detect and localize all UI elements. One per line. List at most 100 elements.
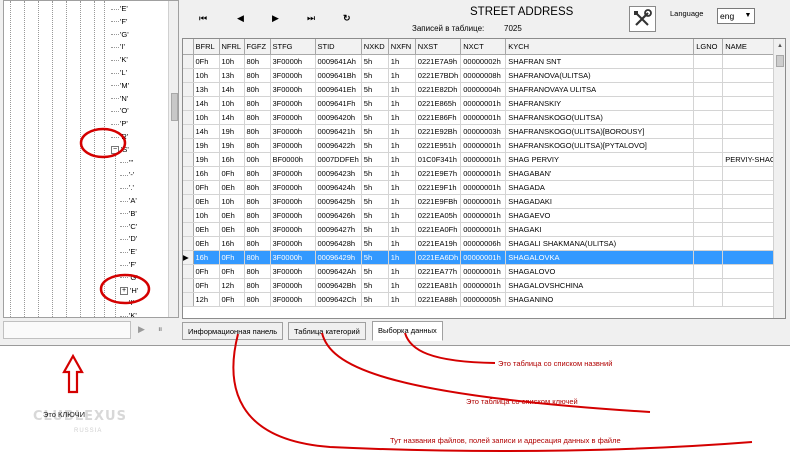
tree-item[interactable]: 'D' — [120, 233, 137, 244]
tree-item[interactable]: 'F' — [120, 259, 136, 270]
row-indicator[interactable] — [183, 96, 194, 111]
table-cell[interactable] — [722, 222, 779, 237]
table-cell[interactable]: 0Fh — [193, 54, 220, 69]
table-cell[interactable]: 0Fh — [193, 278, 220, 293]
table-cell[interactable]: 00096427h — [315, 222, 362, 237]
table-cell[interactable]: 00000002h — [460, 54, 507, 69]
table-row[interactable]: 12h 0Fh 80h 3F0000h 0009642Ch 5h 1h 0221EA88h 00… — [183, 292, 779, 307]
table-cell[interactable]: 12h — [219, 278, 245, 293]
table-cell[interactable]: 00096425h — [315, 194, 362, 209]
play-icon[interactable]: ▶ — [138, 324, 145, 335]
table-cell[interactable]: 1h — [388, 194, 416, 209]
table-cell[interactable] — [693, 96, 724, 111]
table-cell[interactable]: 0221E7A9h — [415, 54, 462, 69]
table-cell[interactable] — [722, 124, 779, 139]
table-cell[interactable]: 0221E9FBh — [415, 194, 462, 209]
tab-categories-table[interactable]: Таблица категорий — [288, 322, 366, 340]
tree-item[interactable]: 'I' — [120, 297, 134, 308]
table-cell[interactable] — [722, 250, 779, 265]
table-cell[interactable]: 00096428h — [315, 236, 362, 251]
table-cell[interactable]: SHAGABAN' — [505, 166, 695, 181]
table-cell[interactable]: 00000001h — [460, 152, 507, 167]
settings-tools-button[interactable] — [629, 6, 656, 32]
table-cell[interactable]: 00000001h — [460, 166, 507, 181]
tree-item[interactable]: − 'S' — [111, 144, 129, 155]
table-cell[interactable]: 16h — [193, 166, 220, 181]
table-cell[interactable]: SHAFRANSKOGO(ULITSA) — [505, 110, 695, 125]
table-cell[interactable]: 00096421h — [315, 124, 362, 139]
table-cell[interactable]: 3F0000h — [270, 264, 316, 279]
table-cell[interactable]: 00000005h — [460, 292, 507, 307]
table-cell[interactable] — [693, 222, 724, 237]
tree-item[interactable]: 'B' — [120, 208, 137, 219]
table-cell[interactable]: 16h — [219, 152, 245, 167]
table-cell[interactable] — [693, 208, 724, 223]
table-row[interactable]: 0Eh 16h 80h 3F0000h 00096428h 5h 1h 0221EA19h 00… — [183, 236, 779, 251]
column-header[interactable]: NFRL — [219, 39, 245, 55]
table-cell[interactable] — [693, 82, 724, 97]
table-cell[interactable]: 1h — [388, 208, 416, 223]
row-indicator[interactable] — [183, 278, 194, 293]
table-cell[interactable]: 1h — [388, 166, 416, 181]
table-cell[interactable]: 5h — [361, 250, 389, 265]
table-cell[interactable] — [722, 166, 779, 181]
table-cell[interactable]: SHAGADAKI — [505, 194, 695, 209]
tree-item[interactable]: 'E' — [111, 3, 128, 14]
table-cell[interactable]: 3F0000h — [270, 110, 316, 125]
table-cell[interactable]: 0007DDFEh — [315, 152, 362, 167]
table-cell[interactable]: 3F0000h — [270, 54, 316, 69]
tree-item[interactable]: 'G' — [120, 272, 138, 283]
table-cell[interactable]: 0009642Ch — [315, 292, 362, 307]
table-cell[interactable]: SHAFRAN SNT — [505, 54, 695, 69]
table-cell[interactable]: 80h — [244, 208, 271, 223]
table-cell[interactable]: 3F0000h — [270, 250, 316, 265]
table-cell[interactable]: 3F0000h — [270, 166, 316, 181]
table-cell[interactable]: 80h — [244, 96, 271, 111]
table-cell[interactable]: 3F0000h — [270, 138, 316, 153]
table-cell[interactable]: 80h — [244, 110, 271, 125]
table-cell[interactable]: 5h — [361, 166, 389, 181]
table-row[interactable]: 0Fh 0Eh 80h 3F0000h 00096424h 5h 1h 0221E9F1h 00… — [183, 180, 779, 195]
table-cell[interactable]: 1h — [388, 250, 416, 265]
table-cell[interactable]: 0Eh — [219, 180, 245, 195]
table-cell[interactable]: 19h — [219, 138, 245, 153]
table-cell[interactable]: 1h — [388, 82, 416, 97]
table-cell[interactable]: 0221EA77h — [415, 264, 462, 279]
table-cell[interactable]: 0Fh — [193, 180, 220, 195]
table-cell[interactable]: 5h — [361, 152, 389, 167]
data-grid[interactable]: BFRL NFRL FGFZ STFG STID NXKD NXFN NXST NXCT KYCH… — [182, 38, 786, 319]
column-header[interactable]: LGNO — [693, 39, 724, 55]
table-cell[interactable]: PERVIY-SHAG — [722, 152, 779, 167]
table-cell[interactable] — [722, 96, 779, 111]
column-header[interactable]: NXCT — [460, 39, 507, 55]
table-cell[interactable]: 0Fh — [219, 292, 245, 307]
table-cell[interactable]: 0221EA05h — [415, 208, 462, 223]
table-cell[interactable]: 5h — [361, 208, 389, 223]
table-cell[interactable]: 80h — [244, 194, 271, 209]
scroll-up-icon[interactable]: ▲ — [774, 39, 785, 53]
table-cell[interactable]: 5h — [361, 236, 389, 251]
tree-scrollbar[interactable] — [168, 1, 178, 317]
table-cell[interactable]: 00000001h — [460, 110, 507, 125]
table-cell[interactable]: 00000001h — [460, 278, 507, 293]
table-cell[interactable]: 1h — [388, 152, 416, 167]
row-indicator[interactable] — [183, 264, 194, 279]
table-cell[interactable]: 12h — [193, 292, 220, 307]
tree-item[interactable]: 'P' — [111, 118, 128, 129]
table-cell[interactable]: 3F0000h — [270, 194, 316, 209]
table-cell[interactable]: 16h — [193, 250, 220, 265]
grid-scrollbar[interactable]: ▲ — [773, 39, 785, 318]
table-cell[interactable]: 3F0000h — [270, 82, 316, 97]
table-cell[interactable]: 80h — [244, 82, 271, 97]
table-cell[interactable]: 00h — [244, 152, 271, 167]
table-cell[interactable]: 80h — [244, 124, 271, 139]
table-cell[interactable]: 80h — [244, 54, 271, 69]
table-cell[interactable]: 80h — [244, 292, 271, 307]
table-cell[interactable]: 5h — [361, 264, 389, 279]
table-cell[interactable]: 00000001h — [460, 208, 507, 223]
table-cell[interactable]: 80h — [244, 236, 271, 251]
table-cell[interactable] — [693, 250, 724, 265]
column-header[interactable]: BFRL — [193, 39, 220, 55]
table-cell[interactable]: SHAG PERVIY — [505, 152, 695, 167]
table-cell[interactable]: 14h — [219, 82, 245, 97]
